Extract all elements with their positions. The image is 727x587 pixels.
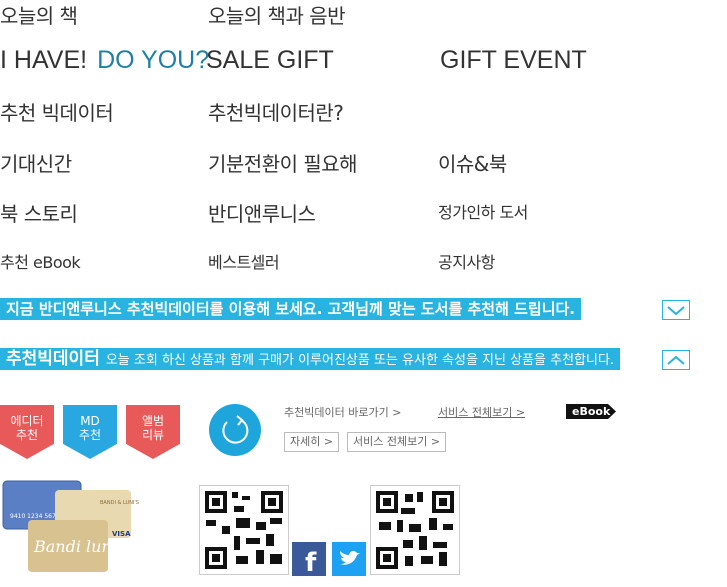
- menu-what-is-bigdata[interactable]: 추천빅데이터란?: [208, 97, 344, 126]
- menu-bestseller[interactable]: 베스트셀러: [208, 249, 280, 273]
- ebook-tag[interactable]: eBook: [566, 404, 616, 419]
- chevron-down-icon: [667, 306, 685, 316]
- all-services-button[interactable]: 서비스 전체보기 >: [347, 432, 447, 452]
- qr-pattern-icon: [376, 491, 454, 569]
- card3-script: Bandi luni's: [33, 537, 130, 556]
- menu-issue-book[interactable]: 이슈&북: [438, 148, 507, 177]
- qr-code-app: [199, 485, 289, 575]
- bigdata-promo-banner: 지금 반디앤루니스 추천빅데이터를 이용해 보세요. 고객님께 맞는 도서를 추…: [0, 298, 581, 320]
- do-you-label: DO YOU?: [97, 46, 210, 74]
- bigdata-shortcut-link[interactable]: 추천빅데이터 바로가기 >: [284, 404, 401, 420]
- twitter-button[interactable]: [332, 542, 366, 576]
- refresh-button[interactable]: [209, 404, 261, 456]
- md-pick-badge[interactable]: MD 추천: [63, 405, 117, 459]
- collapse-toggle[interactable]: [662, 350, 690, 370]
- chevron-up-icon: [667, 355, 685, 365]
- editor-pick-badge[interactable]: 에디터 추천: [0, 405, 54, 459]
- menu-recommend-bigdata[interactable]: 추천 빅데이터: [0, 97, 114, 126]
- facebook-button[interactable]: f: [292, 542, 326, 578]
- menu-book-story[interactable]: 북 스토리: [0, 198, 78, 227]
- twitter-icon: [340, 550, 360, 565]
- svg-text:f: f: [305, 548, 317, 576]
- menu-price-cut[interactable]: 정가인하 도서: [438, 199, 528, 223]
- bigdata-header-banner: 추천빅데이터 오늘 조회 하신 상품과 함께 구매가 이루어진상품 또는 유사한 …: [0, 348, 621, 370]
- all-services-link[interactable]: 서비스 전체보기 >: [438, 404, 525, 420]
- i-have-label: I HAVE!: [0, 46, 88, 74]
- bigdata-header-title: 추천빅데이터: [6, 349, 100, 369]
- md-pick-label: MD 추천: [78, 414, 102, 442]
- editor-pick-label: 에디터 추천: [10, 414, 44, 442]
- menu-gift-event[interactable]: GIFT EVENT: [440, 46, 587, 75]
- card2-brand: BANDI & LUNI'S: [100, 500, 139, 506]
- menu-sale-gift[interactable]: SALE GIFT: [206, 46, 334, 75]
- menu-notice[interactable]: 공지사항: [438, 249, 495, 273]
- refresh-icon: [222, 415, 249, 444]
- album-review-label: 앨범 리뷰: [141, 414, 165, 442]
- bigdata-header-desc: 오늘 조회 하신 상품과 함께 구매가 이루어진상품 또는 유사한 속성을 지닌…: [105, 353, 615, 368]
- gift-cards-image: 9410 1234 5678 BANDI & LUNI'S VISA Bandi…: [2, 480, 139, 572]
- qr-pattern-icon: [205, 491, 283, 569]
- expand-toggle[interactable]: [662, 300, 690, 320]
- menu-i-have[interactable]: I HAVE! DO YOU?: [0, 46, 209, 75]
- menu-todays-book-music[interactable]: 오늘의 책과 음반: [208, 0, 346, 29]
- album-review-badge[interactable]: 앨범 리뷰: [126, 405, 180, 459]
- menu-bandi-lunis[interactable]: 반디앤루니스: [208, 198, 316, 227]
- card1-number: 9410 1234 5678: [10, 513, 60, 520]
- menu-mood-change[interactable]: 기분전환이 필요해: [208, 148, 358, 177]
- facebook-icon: f: [305, 548, 317, 578]
- detail-button[interactable]: 자세히 >: [284, 432, 340, 452]
- menu-upcoming[interactable]: 기대신간: [0, 148, 72, 177]
- menu-recommend-ebook[interactable]: 추천 eBook: [0, 249, 81, 273]
- qr-code-mobile: [370, 485, 460, 575]
- menu-todays-book[interactable]: 오늘의 책: [0, 0, 78, 29]
